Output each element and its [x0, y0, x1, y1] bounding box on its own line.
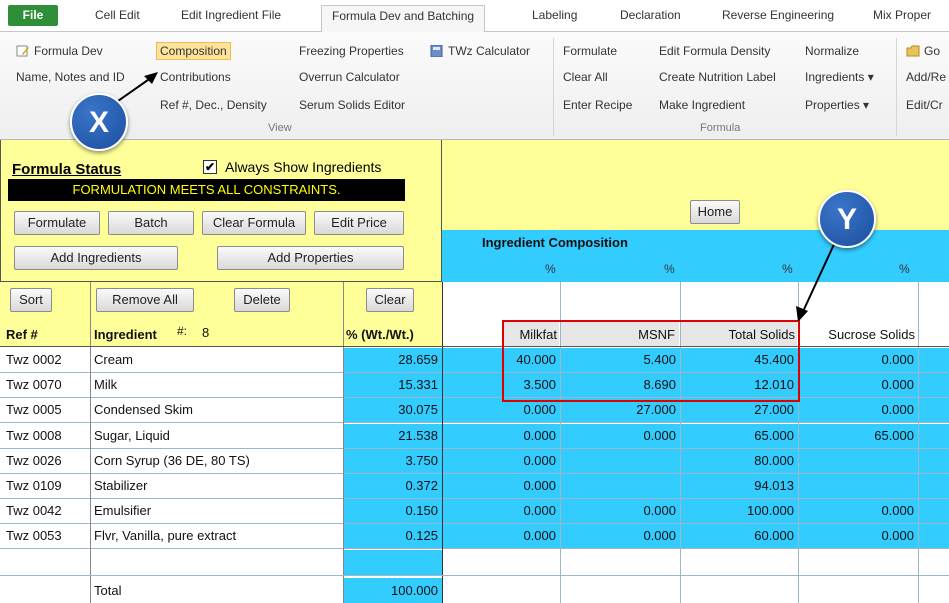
- callout-x: X: [70, 93, 128, 151]
- callout-arrows: [107, 72, 837, 322]
- callout-y: Y: [818, 190, 876, 248]
